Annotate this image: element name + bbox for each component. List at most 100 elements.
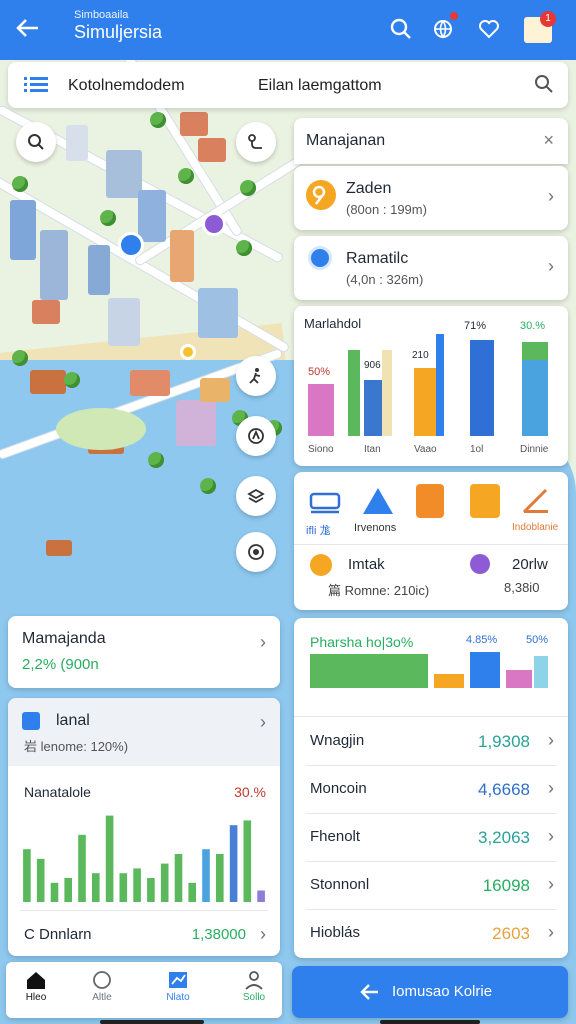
location-pin-icon[interactable] [118, 232, 144, 258]
chart-bar [78, 834, 86, 902]
search-icon[interactable] [386, 14, 416, 44]
home-icon [6, 968, 66, 992]
divider [20, 910, 268, 911]
notification-dot [450, 12, 458, 20]
chart-bar [364, 380, 382, 436]
stats-pct: 4.85% [466, 634, 498, 646]
detail-footer-label: C Dnnlarn [24, 926, 92, 943]
mini-chart-label: 210 [412, 350, 429, 361]
stat-row[interactable]: Stonnonl 16098 › [306, 862, 556, 910]
triangle-icon[interactable] [360, 486, 396, 516]
nav-item-home[interactable]: Hleo [6, 968, 66, 1003]
search-secondary-text: Eilan laemgattom [258, 77, 382, 94]
app-top-bar: Simboaaila Simuljersia 1 [0, 0, 576, 60]
square-icon [22, 712, 40, 730]
map-tool-button-4[interactable] [236, 532, 276, 572]
heart-icon[interactable] [474, 14, 504, 44]
chevron-right-icon: › [548, 826, 554, 846]
map-tool-button-2[interactable] [236, 416, 276, 456]
summary-card[interactable]: Mamajanda 2,2% (900n › [8, 616, 280, 688]
chart-bar [470, 340, 494, 436]
building [198, 138, 226, 162]
menu-icon[interactable] [24, 76, 48, 99]
detail-header[interactable]: lanal 岩 lenome: 120%) › [8, 698, 280, 766]
map-tool-button-1[interactable] [236, 356, 276, 396]
building [40, 230, 68, 300]
close-icon[interactable]: × [543, 130, 554, 151]
primary-action-button[interactable]: Iomusao Kolrie [292, 966, 568, 1018]
divider [294, 716, 568, 717]
inbox-icon[interactable]: 1 [524, 11, 556, 43]
stats-bar [470, 652, 500, 688]
nav-label: Hleo [25, 992, 47, 1003]
tree [200, 478, 216, 494]
sofa-icon[interactable] [308, 486, 342, 516]
map-search-button[interactable] [16, 122, 56, 162]
primary-action-label: Iomusao Kolrie [392, 983, 493, 1000]
search-icon[interactable] [534, 74, 554, 99]
search-bar[interactable]: Kotolnemdodem Eilan laemgattom [8, 62, 568, 108]
chart-percent: 30.% [234, 784, 266, 800]
stat-row[interactable]: Hioblás 2603 › [306, 910, 556, 956]
stat-row[interactable]: Moncoin 4,6668 › [306, 766, 556, 814]
detail-subtitle: 岩 lenome: 120%) [24, 739, 129, 754]
mini-chart-label: 71% [464, 320, 487, 332]
circle-icon [470, 554, 490, 574]
nav-item-map[interactable]: Nlato [148, 968, 208, 1003]
map-route-button[interactable] [236, 122, 276, 162]
layers-icon [247, 488, 265, 504]
chart-bar [522, 342, 548, 360]
chevron-right-icon: › [548, 922, 554, 942]
chart-bar [160, 863, 169, 902]
stats-bar [310, 654, 428, 688]
panel-header: Manajanan × [294, 118, 568, 164]
stats-bar [534, 656, 548, 688]
walk-icon [249, 368, 261, 384]
tool-icon[interactable] [470, 484, 500, 518]
map-icon [148, 968, 208, 992]
stat-label: Moncoin [310, 780, 367, 797]
mini-chart-category: Siono [308, 444, 334, 455]
location-title: Zaden [346, 180, 392, 197]
location-card[interactable]: Zaden (80on : 199m) › [294, 166, 568, 230]
detail-card: lanal 岩 lenome: 120%) › Nanatalole 30.% … [8, 698, 280, 956]
chevron-right-icon: › [260, 924, 266, 944]
mini-chart-label: 906 [364, 360, 381, 371]
stat-label: Fhenolt [310, 828, 361, 845]
globe-icon[interactable] [428, 12, 458, 44]
back-arrow-icon[interactable] [14, 14, 46, 46]
location-subtitle: (4,0n : 326m) [346, 272, 424, 287]
chart-bar [348, 350, 360, 436]
stat-value: 1,9308 [478, 732, 530, 751]
nav-item-profile[interactable]: Sollo [224, 968, 284, 1003]
hut [30, 370, 66, 394]
tree [148, 452, 164, 468]
location-pin-icon[interactable] [180, 344, 196, 360]
edit-icon[interactable] [520, 486, 552, 516]
home-indicator [380, 1020, 480, 1024]
chart-bar [174, 854, 183, 902]
location-subtitle: (80on : 199m) [346, 202, 427, 217]
search-input[interactable]: Kotolnemdodem [68, 77, 185, 95]
chart-bar [147, 878, 155, 902]
location-pin-icon[interactable] [202, 212, 226, 236]
tree [236, 240, 252, 256]
tree [150, 112, 166, 128]
chart-bar [216, 854, 224, 902]
stat-label: Wnagjin [310, 732, 365, 749]
mini-chart-label: 30.% [520, 320, 546, 332]
map-tool-button-3[interactable] [236, 476, 276, 516]
building [180, 112, 208, 136]
app-title: Simuljersia [74, 22, 163, 42]
tree [100, 210, 116, 226]
nav-item-activity[interactable]: Altle [72, 968, 132, 1003]
location-card[interactable]: Ramatilc (4,0n : 326m) › [294, 236, 568, 300]
chart-bar [308, 384, 334, 436]
nav-label: Altle [92, 992, 112, 1003]
bag-icon[interactable] [416, 484, 444, 518]
bar-chart [23, 815, 265, 902]
stat-row[interactable]: Wnagjin 1,9308 › [306, 718, 556, 766]
mini-chart-title: Marlahdol [304, 316, 362, 331]
stat-row[interactable]: Fhenolt 3,2063 › [306, 814, 556, 862]
tree [12, 176, 28, 192]
